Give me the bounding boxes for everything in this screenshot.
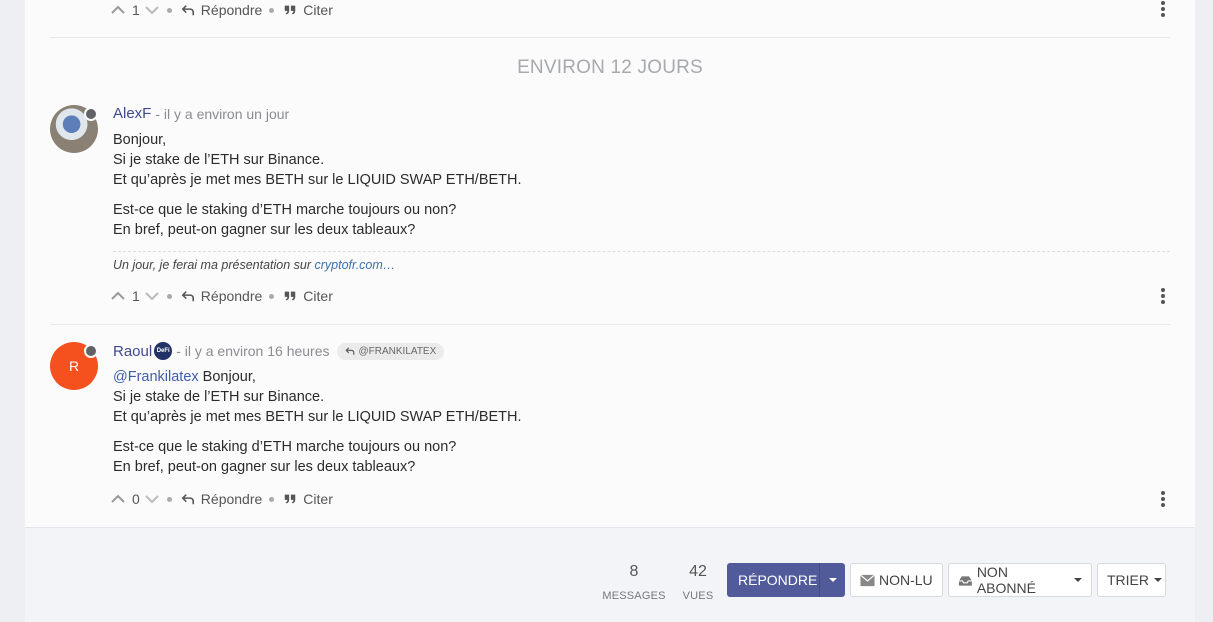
views-count: 42 (689, 563, 707, 580)
post-actions: 1 Répondre Citer (110, 286, 333, 306)
vote-count: 1 (132, 288, 140, 304)
post-line: Bonjour, (113, 132, 167, 148)
separator-dot (269, 293, 275, 299)
reply-topic-label[interactable]: RÉPONDRE (727, 572, 819, 588)
vote-count: 0 (132, 491, 140, 507)
reply-button[interactable]: Répondre (181, 491, 263, 507)
post-line: Et qu’après je met mes BETH sur le LIQUI… (113, 409, 522, 425)
signature-separator (113, 251, 1170, 252)
divider-line (50, 37, 1170, 38)
signature-text: Un jour, je ferai ma présentation sur (113, 258, 315, 272)
quote-button[interactable]: Citer (283, 491, 333, 507)
signature-link[interactable]: cryptofr.com… (315, 258, 396, 272)
post-line: Si je stake de l’ETH sur Binance. (113, 152, 325, 168)
reply-button[interactable]: Répondre (181, 288, 263, 304)
post-line: Est-ce que le staking d’ETH marche toujo… (113, 202, 457, 218)
envelope-icon (860, 574, 875, 586)
post-time[interactable]: - il y a environ 16 heures (176, 343, 329, 359)
inbox-icon (958, 575, 972, 586)
reply-topic-button[interactable]: RÉPONDRE (727, 563, 845, 597)
timeline-divider-label: ENVIRON 12 JOURS (517, 57, 703, 78)
author-name[interactable]: AlexF (113, 105, 151, 122)
downvote-icon[interactable] (144, 2, 160, 18)
post-menu-icon[interactable] (1160, 1, 1166, 17)
post-line: En bref, peut-on gagner sur les deux tab… (113, 222, 416, 238)
reply-icon (181, 494, 194, 505)
post-menu-icon[interactable] (1160, 288, 1166, 304)
post-content: Bonjour, Si je stake de l’ETH sur Binanc… (113, 130, 522, 250)
views-stat: 42 VUES (678, 563, 718, 602)
watch-dropdown-button[interactable]: NON ABONNÉ (948, 563, 1092, 597)
post-line: Bonjour, (198, 369, 256, 385)
post-header: Raoul DeFi - il y a environ 16 heures @F… (113, 342, 445, 360)
post-content: @Frankilatex Bonjour, Si je stake de l’E… (113, 367, 522, 487)
reply-to-tag[interactable]: @FRANKILATEX (336, 342, 445, 360)
signature: Un jour, je ferai ma présentation sur cr… (113, 258, 395, 272)
reply-label: Répondre (200, 491, 263, 507)
separator-dot (166, 496, 172, 502)
upvote-icon[interactable] (110, 2, 126, 18)
reply-label: Répondre (200, 288, 263, 304)
upvote-icon[interactable] (110, 491, 126, 507)
group-badge[interactable]: DeFi (154, 342, 173, 360)
watch-label: NON ABONNÉ (976, 564, 1036, 596)
downvote-icon[interactable] (144, 288, 160, 304)
messages-count: 8 (629, 563, 639, 580)
quote-button[interactable]: Citer (283, 2, 333, 18)
upvote-icon[interactable] (110, 288, 126, 304)
chevron-down-icon (828, 578, 837, 582)
mark-unread-button[interactable]: NON-LU (850, 563, 943, 597)
reply-icon (344, 347, 354, 355)
quote-icon (285, 5, 296, 15)
post-actions: 0 Répondre Citer (110, 489, 333, 509)
downvote-icon[interactable] (144, 491, 160, 507)
status-indicator (84, 107, 98, 121)
divider-line (50, 324, 1170, 325)
post-actions-top: 1 Répondre Citer (110, 0, 333, 20)
mark-unread-label: NON-LU (879, 572, 933, 588)
author-name[interactable]: Raoul (113, 343, 152, 360)
post-header: AlexF - il y a environ un jour (113, 105, 289, 122)
quote-button[interactable]: Citer (283, 288, 333, 304)
post-line: Est-ce que le staking d’ETH marche toujo… (113, 439, 457, 455)
separator-dot (269, 7, 275, 13)
quote-label: Citer (303, 288, 333, 304)
post-line: Si je stake de l’ETH sur Binance. (113, 389, 325, 405)
chevron-down-icon (1074, 578, 1082, 582)
sort-dropdown-button[interactable]: TRIER (1097, 563, 1166, 597)
post-line: En bref, peut-on gagner sur les deux tab… (113, 459, 416, 475)
separator-dot (166, 293, 172, 299)
quote-icon (285, 291, 296, 301)
vote-count: 1 (132, 2, 140, 18)
chevron-down-icon (1154, 578, 1162, 582)
reply-icon (181, 291, 194, 302)
status-indicator (84, 344, 98, 358)
mention-link[interactable]: @Frankilatex (113, 369, 199, 385)
reply-options-dropdown[interactable] (819, 563, 845, 597)
post-time[interactable]: - il y a environ un jour (155, 106, 289, 122)
post-menu-icon[interactable] (1160, 491, 1166, 507)
post-line: Et qu’après je met mes BETH sur le LIQUI… (113, 172, 522, 188)
reply-label: Répondre (200, 2, 263, 18)
quote-icon (285, 494, 296, 504)
separator-dot (166, 7, 172, 13)
messages-label: MESSAGES (602, 590, 666, 602)
quote-label: Citer (303, 491, 333, 507)
separator-dot (269, 496, 275, 502)
messages-stat: 8 MESSAGES (600, 563, 668, 602)
reply-to-user: @FRANKILATEX (358, 345, 437, 357)
views-label: VUES (682, 590, 714, 602)
reply-button[interactable]: Répondre (181, 2, 263, 18)
reply-icon (181, 5, 194, 16)
quote-label: Citer (303, 2, 333, 18)
sort-label: TRIER (1107, 572, 1149, 588)
